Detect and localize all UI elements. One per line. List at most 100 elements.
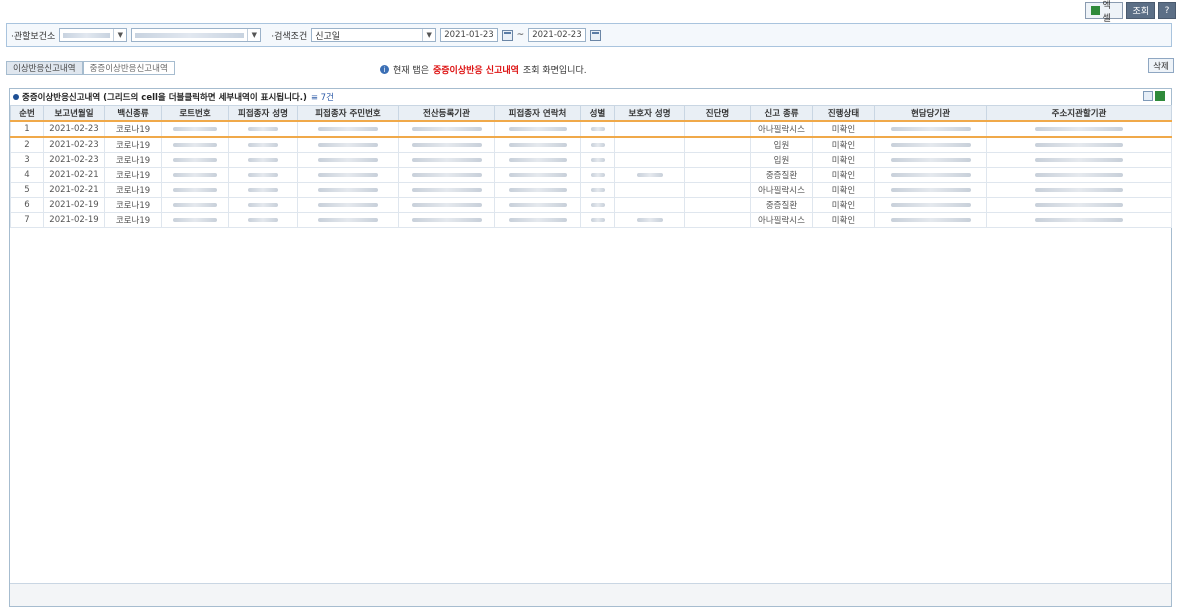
table-cell[interactable] xyxy=(161,182,229,198)
table-cell[interactable] xyxy=(614,212,685,228)
table-cell[interactable] xyxy=(297,212,399,228)
table-row[interactable]: 6 2021-02-19 코로나19 중증질환 미확인 xyxy=(10,197,1172,213)
table-cell[interactable] xyxy=(228,152,298,168)
table-cell[interactable] xyxy=(494,197,581,213)
table-cell[interactable] xyxy=(494,167,581,183)
table-cell[interactable] xyxy=(580,120,615,138)
column-header[interactable]: 주소지관할기관 xyxy=(986,105,1172,122)
column-header[interactable]: 순번 xyxy=(10,105,44,122)
table-cell[interactable]: 코로나19 xyxy=(104,152,162,168)
table-cell[interactable] xyxy=(398,197,495,213)
column-header[interactable]: 진행상태 xyxy=(812,105,875,122)
table-cell[interactable]: 아나필락시스 xyxy=(750,182,813,198)
table-cell[interactable] xyxy=(874,212,987,228)
condition-select[interactable]: 신고일 ▼ xyxy=(311,28,437,42)
column-header[interactable]: 현담당기관 xyxy=(874,105,987,122)
table-cell[interactable] xyxy=(161,120,229,138)
table-cell[interactable] xyxy=(986,182,1172,198)
table-cell[interactable] xyxy=(161,167,229,183)
table-cell[interactable] xyxy=(297,197,399,213)
table-cell[interactable]: 미확인 xyxy=(812,136,875,153)
table-cell[interactable]: 1 xyxy=(10,120,44,138)
table-cell[interactable] xyxy=(874,197,987,213)
table-cell[interactable] xyxy=(228,120,298,138)
table-cell[interactable]: 2021-02-23 xyxy=(43,136,105,153)
excel-icon[interactable] xyxy=(1155,91,1165,101)
table-cell[interactable] xyxy=(986,212,1172,228)
table-cell[interactable]: 코로나19 xyxy=(104,136,162,153)
column-header[interactable]: 신고 종류 xyxy=(750,105,813,122)
column-header[interactable]: 피접종자 주민번호 xyxy=(297,105,399,122)
table-cell[interactable] xyxy=(684,182,751,198)
date-from-input[interactable]: 2021-01-23 xyxy=(440,28,498,42)
table-cell[interactable]: 2021-02-23 xyxy=(43,120,105,138)
table-cell[interactable]: 2021-02-19 xyxy=(43,197,105,213)
table-cell[interactable] xyxy=(684,167,751,183)
table-cell[interactable] xyxy=(580,182,615,198)
table-cell[interactable]: 2 xyxy=(10,136,44,153)
table-cell[interactable] xyxy=(398,167,495,183)
tab-serious-adverse-reaction[interactable]: 중증이상반응신고내역 xyxy=(82,61,175,75)
table-row[interactable]: 2 2021-02-23 코로나19 입원 미확인 xyxy=(10,136,1172,153)
table-cell[interactable] xyxy=(986,197,1172,213)
search-button[interactable]: 조회 xyxy=(1126,2,1155,19)
table-cell[interactable] xyxy=(494,152,581,168)
table-row[interactable]: 5 2021-02-21 코로나19 아나필락시스 미확인 xyxy=(10,182,1172,198)
table-cell[interactable] xyxy=(494,136,581,153)
column-header[interactable]: 백신종류 xyxy=(104,105,162,122)
province-select[interactable]: ▼ xyxy=(59,28,128,42)
table-cell[interactable] xyxy=(684,152,751,168)
table-cell[interactable] xyxy=(228,212,298,228)
table-cell[interactable] xyxy=(228,197,298,213)
table-cell[interactable] xyxy=(684,197,751,213)
date-to-input[interactable]: 2021-02-23 xyxy=(528,28,586,42)
table-row[interactable]: 3 2021-02-23 코로나19 입원 미확인 xyxy=(10,152,1172,168)
calendar-icon[interactable] xyxy=(501,29,513,41)
table-cell[interactable] xyxy=(614,167,685,183)
table-cell[interactable] xyxy=(398,182,495,198)
table-cell[interactable] xyxy=(297,182,399,198)
table-cell[interactable]: 6 xyxy=(10,197,44,213)
excel-button[interactable]: 엑셀 xyxy=(1085,1,1124,24)
table-cell[interactable] xyxy=(297,120,399,138)
table-cell[interactable] xyxy=(614,182,685,198)
table-cell[interactable]: 2021-02-19 xyxy=(43,212,105,228)
column-header[interactable]: 피접종자 연락처 xyxy=(494,105,581,122)
table-cell[interactable] xyxy=(398,212,495,228)
table-cell[interactable] xyxy=(986,167,1172,183)
table-row[interactable]: 4 2021-02-21 코로나19 중증질환 미확인 xyxy=(10,167,1172,183)
table-cell[interactable]: 미확인 xyxy=(812,167,875,183)
table-cell[interactable] xyxy=(494,212,581,228)
settings-icon[interactable] xyxy=(1143,91,1153,101)
table-cell[interactable] xyxy=(874,120,987,138)
table-cell[interactable] xyxy=(161,136,229,153)
table-cell[interactable]: 미확인 xyxy=(812,152,875,168)
table-cell[interactable] xyxy=(874,152,987,168)
table-cell[interactable]: 2021-02-21 xyxy=(43,167,105,183)
table-cell[interactable]: 아나필락시스 xyxy=(750,120,813,138)
column-header[interactable]: 보호자 성명 xyxy=(614,105,685,122)
table-cell[interactable] xyxy=(986,120,1172,138)
table-cell[interactable]: 중증질환 xyxy=(750,197,813,213)
table-cell[interactable]: 5 xyxy=(10,182,44,198)
table-cell[interactable] xyxy=(580,197,615,213)
column-header[interactable]: 성별 xyxy=(580,105,615,122)
table-cell[interactable]: 3 xyxy=(10,152,44,168)
table-cell[interactable]: 아나필락시스 xyxy=(750,212,813,228)
table-cell[interactable] xyxy=(986,136,1172,153)
table-cell[interactable]: 코로나19 xyxy=(104,120,162,138)
column-header[interactable]: 피접종자 성명 xyxy=(228,105,298,122)
table-cell[interactable] xyxy=(297,152,399,168)
table-cell[interactable] xyxy=(580,212,615,228)
table-cell[interactable] xyxy=(874,167,987,183)
table-cell[interactable] xyxy=(398,152,495,168)
delete-button[interactable]: 삭제 xyxy=(1148,58,1174,73)
table-cell[interactable]: 입원 xyxy=(750,136,813,153)
table-cell[interactable] xyxy=(228,182,298,198)
table-cell[interactable] xyxy=(684,212,751,228)
table-cell[interactable]: 중증질환 xyxy=(750,167,813,183)
tab-adverse-reaction[interactable]: 이상반응신고내역 xyxy=(6,61,83,75)
table-cell[interactable] xyxy=(614,197,685,213)
table-cell[interactable]: 코로나19 xyxy=(104,182,162,198)
table-cell[interactable]: 미확인 xyxy=(812,212,875,228)
